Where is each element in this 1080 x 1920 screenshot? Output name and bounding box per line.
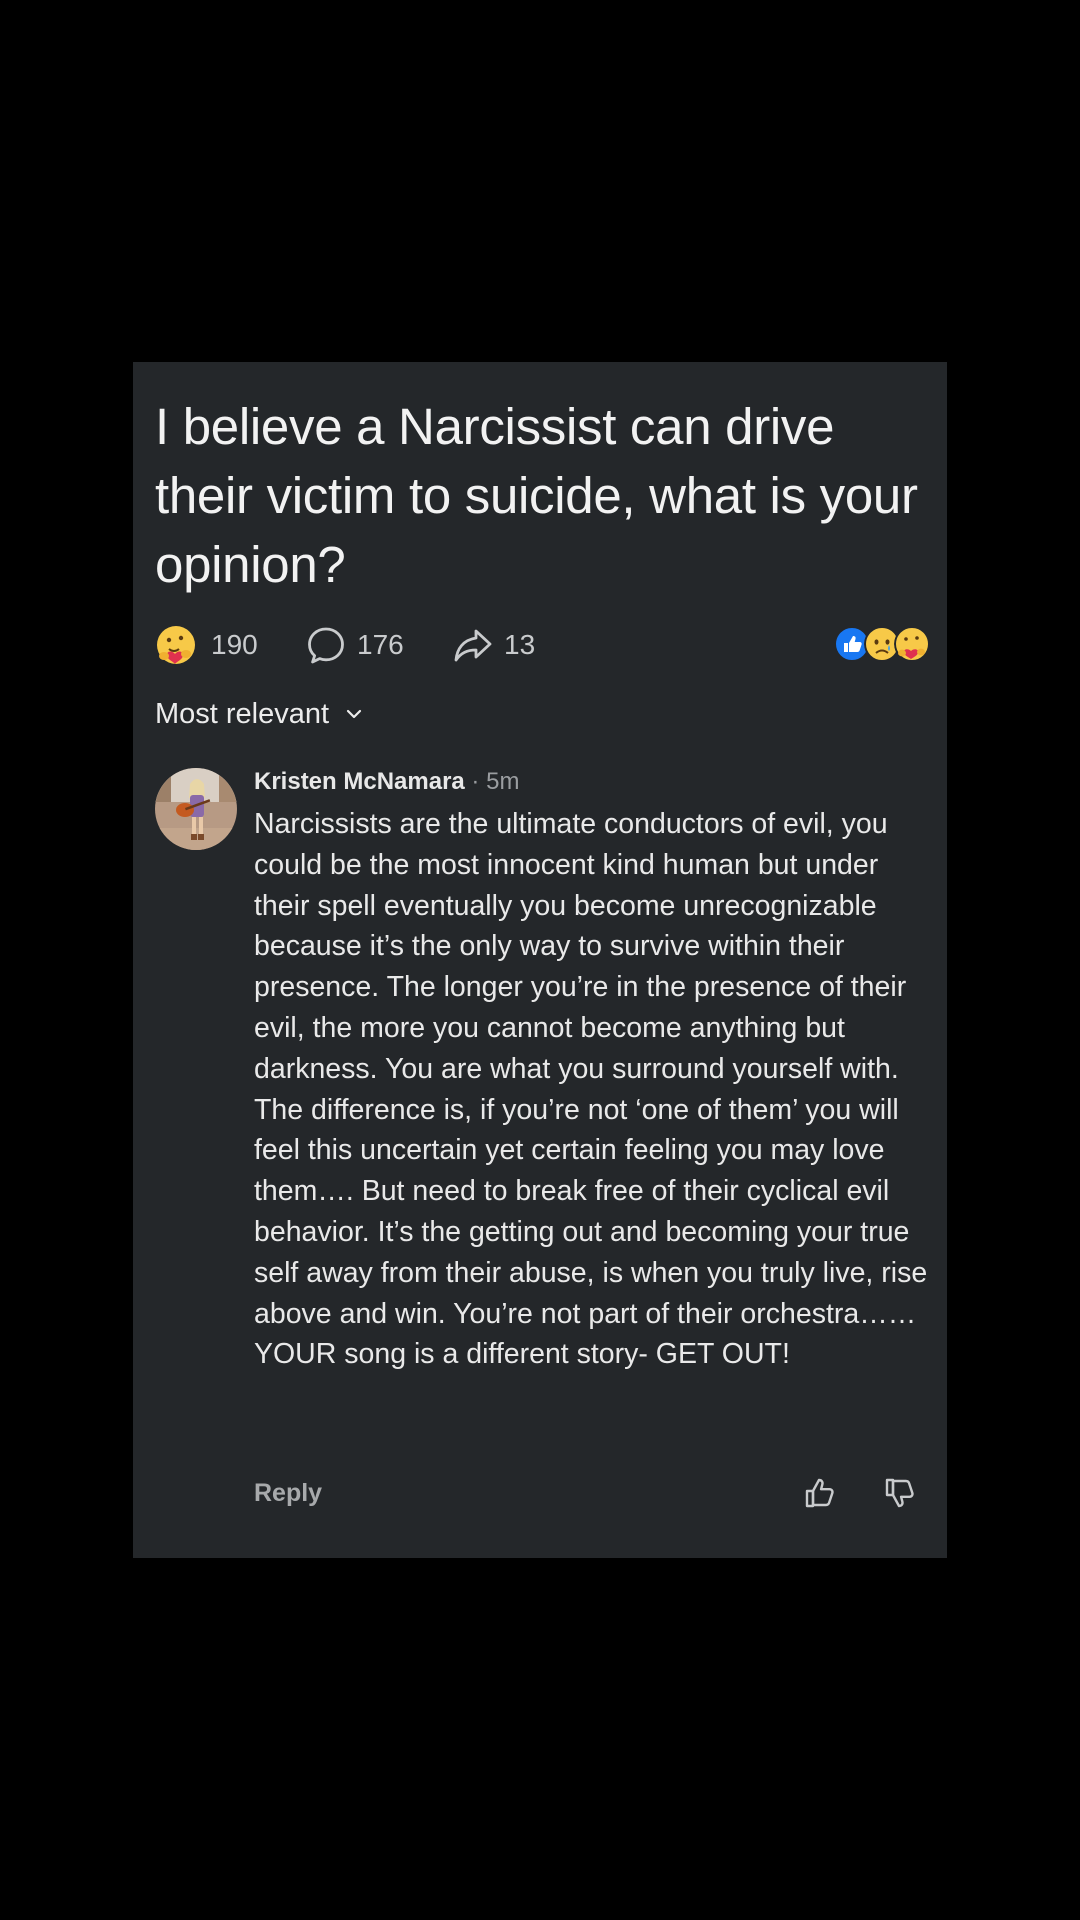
comment-bubble-icon	[308, 627, 344, 664]
chevron-down-icon	[346, 709, 362, 719]
comment-count: 176	[357, 629, 404, 660]
comment-text: Narcissists are the ultimate conductors …	[254, 808, 928, 1371]
avatar-image	[155, 768, 237, 850]
share-count-button[interactable]: 13	[452, 620, 535, 670]
comment-author[interactable]: Kristen McNamara	[254, 768, 465, 795]
post-stats-bar: 190 176 13	[155, 620, 930, 670]
post-card: I believe a Narcissist can drive their v…	[133, 362, 947, 1558]
reply-button[interactable]: Reply	[254, 1479, 322, 1508]
thumbs-up-icon[interactable]	[802, 1474, 840, 1512]
reaction-count-button[interactable]: 190	[155, 620, 258, 670]
comment-actions: Reply	[254, 1474, 934, 1520]
comment-header: Kristen McNamara · 5m	[254, 764, 934, 800]
comment-timestamp: 5m	[486, 768, 520, 795]
reaction-summary[interactable]	[834, 626, 930, 664]
thumbs-down-icon[interactable]	[882, 1474, 920, 1512]
care-emoji-icon	[157, 626, 195, 664]
separator-dot: ·	[471, 768, 480, 795]
avatar[interactable]	[155, 768, 237, 850]
comment: Kristen McNamara · 5m Narcissists are th…	[254, 764, 934, 1375]
sort-label: Most relevant	[155, 697, 330, 730]
reaction-count: 190	[211, 629, 258, 660]
comment-count-button[interactable]: 176	[305, 620, 404, 670]
share-arrow-icon	[454, 629, 492, 662]
sort-dropdown[interactable]: Most relevant	[155, 692, 365, 736]
post-title: I believe a Narcissist can drive their v…	[155, 398, 918, 593]
share-count: 13	[504, 629, 536, 660]
care-icon	[894, 626, 930, 662]
